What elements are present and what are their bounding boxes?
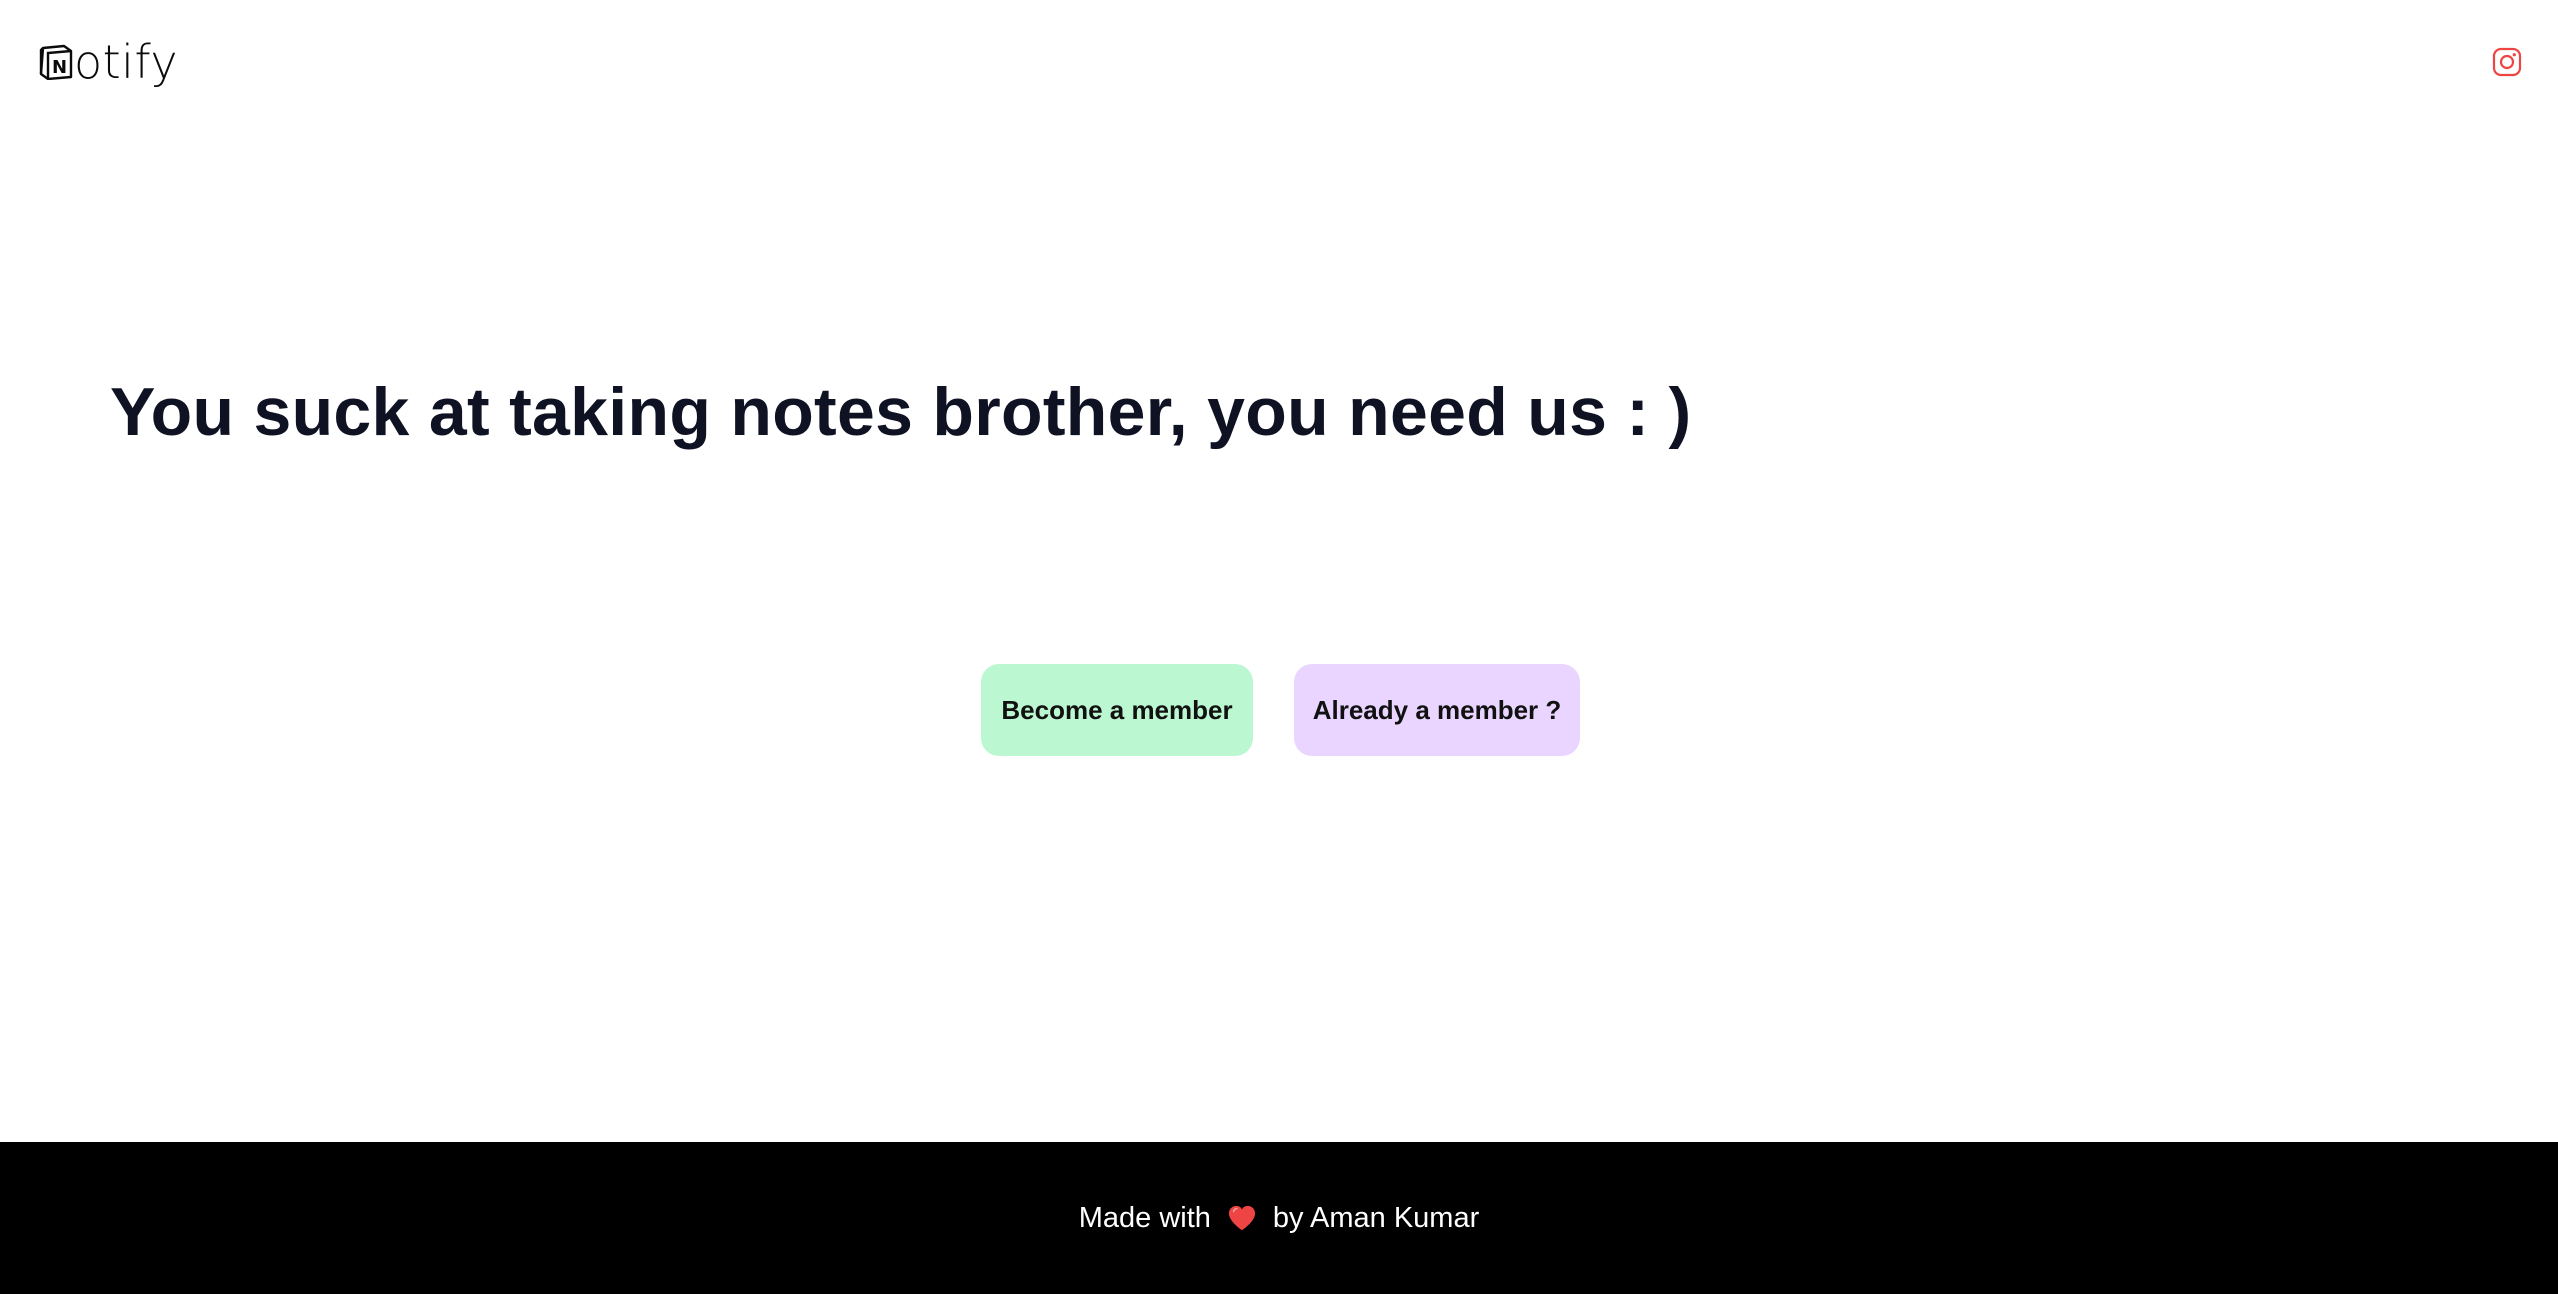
navbar: N otify (0, 0, 2558, 130)
footer: Made with by Aman Kumar (0, 1142, 2558, 1294)
brand-name: otify (74, 35, 179, 89)
svg-text:N: N (52, 57, 67, 78)
become-member-button[interactable]: Become a member (981, 664, 1253, 756)
notion-logo-icon: N (39, 44, 73, 80)
already-member-button[interactable]: Already a member ? (1294, 664, 1580, 756)
instagram-icon (2492, 47, 2522, 77)
brand-logo-link[interactable]: N otify (38, 36, 178, 88)
footer-author: by Aman Kumar (1272, 1202, 1480, 1234)
heart-icon (1228, 1205, 1255, 1231)
instagram-link[interactable] (2492, 47, 2522, 77)
footer-prefix: Made with (1078, 1202, 1211, 1234)
hero-title: You suck at taking notes brother, you ne… (110, 374, 1692, 450)
